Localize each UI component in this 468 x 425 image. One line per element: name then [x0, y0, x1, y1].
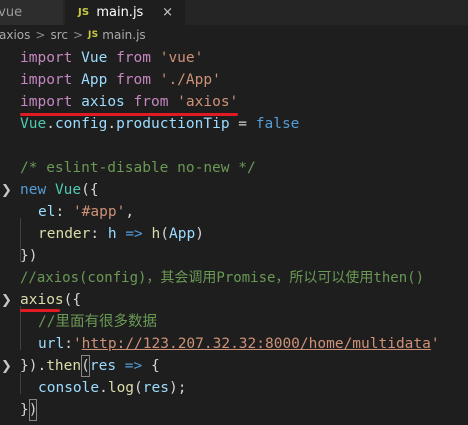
- tab-bar: .vue JS main.js ×: [0, 0, 468, 25]
- tab-label: .vue: [0, 5, 23, 20]
- code-line: /* eslint-disable no-new */: [20, 160, 256, 176]
- code-line: ❯ axios({: [0, 289, 81, 312]
- code-line: render: h => h(App): [38, 226, 204, 242]
- chevron-right-icon: >: [72, 28, 84, 42]
- code-line: import App from './App': [20, 72, 221, 88]
- code-line: ❯ }).then(res => {: [0, 355, 160, 378]
- bracket-match: (: [81, 355, 90, 377]
- breadcrumb-item-axios[interactable]: axios: [0, 28, 30, 42]
- code-line: import Vue from 'vue': [20, 50, 204, 66]
- chevron-down-icon[interactable]: ❯: [1, 356, 12, 378]
- breadcrumb-item-src[interactable]: src: [50, 28, 68, 42]
- code-line: url:'http://123.207.32.32:8000/home/mult…: [38, 336, 440, 352]
- tab-main-js[interactable]: JS main.js ×: [65, 0, 185, 25]
- tab-vue-file[interactable]: .vue: [0, 0, 64, 25]
- code-line: ❯ new Vue({: [0, 179, 99, 202]
- tab-label: main.js: [96, 5, 144, 20]
- chevron-down-icon[interactable]: ❯: [1, 180, 12, 202]
- breadcrumb-item-main-js[interactable]: main.js: [102, 28, 145, 42]
- breadcrumb: axios > src > JS main.js: [0, 25, 468, 45]
- close-icon[interactable]: ×: [162, 5, 173, 20]
- js-file-icon: JS: [88, 30, 99, 40]
- code-line: console.log(res);: [38, 380, 187, 396]
- chevron-down-icon[interactable]: ❯: [1, 290, 12, 312]
- code-line: //axios(config)，其会调用Promise，所以可以使用then(): [20, 270, 425, 286]
- code-line: }): [0, 399, 38, 421]
- code-editor[interactable]: import Vue from 'vue' import App from '.…: [0, 45, 468, 425]
- code-line: el: '#app',: [38, 204, 135, 220]
- js-file-icon: JS: [78, 7, 90, 18]
- code-line: import axios from 'axios': [20, 94, 239, 110]
- bracket-match: ): [28, 399, 38, 421]
- chevron-right-icon: >: [35, 28, 46, 42]
- url-link[interactable]: http://123.207.32.32:8000/home/multidata: [82, 336, 431, 352]
- code-line: Vue.config.productionTip = false: [20, 116, 300, 132]
- code-line: //里面有很多数据: [38, 314, 157, 330]
- code-line: }): [20, 248, 38, 264]
